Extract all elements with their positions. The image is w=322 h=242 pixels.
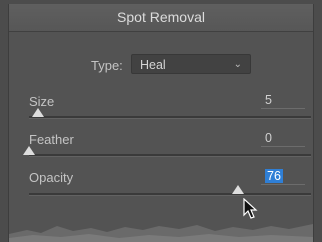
size-slider-thumb[interactable] <box>32 108 44 117</box>
type-selected-value: Heal <box>140 58 166 72</box>
feather-value-field[interactable]: 0 <box>261 130 305 147</box>
feather-slider-track[interactable] <box>29 154 311 157</box>
size-value: 5 <box>265 93 272 107</box>
type-dropdown[interactable]: Heal ⌄ <box>131 54 251 74</box>
size-label: Size <box>29 94 55 109</box>
opacity-value-field[interactable]: 76 <box>261 168 305 185</box>
type-label: Type: <box>91 58 123 73</box>
feather-value: 0 <box>265 131 272 145</box>
opacity-label: Opacity <box>29 170 74 185</box>
size-value-field[interactable]: 5 <box>261 92 305 109</box>
panel-title: Spot Removal <box>9 4 313 32</box>
opacity-slider-track[interactable] <box>29 193 311 196</box>
feather-label: Feather <box>29 132 74 147</box>
feather-slider-thumb[interactable] <box>23 146 35 155</box>
opacity-slider-thumb[interactable] <box>232 185 244 194</box>
size-slider-track[interactable] <box>29 116 311 119</box>
opacity-value: 76 <box>265 169 283 183</box>
histogram-preview <box>9 224 313 242</box>
chevron-down-icon: ⌄ <box>233 59 242 70</box>
spot-removal-panel: Spot Removal Type: Heal ⌄ Size 5 Feather… <box>8 4 314 242</box>
